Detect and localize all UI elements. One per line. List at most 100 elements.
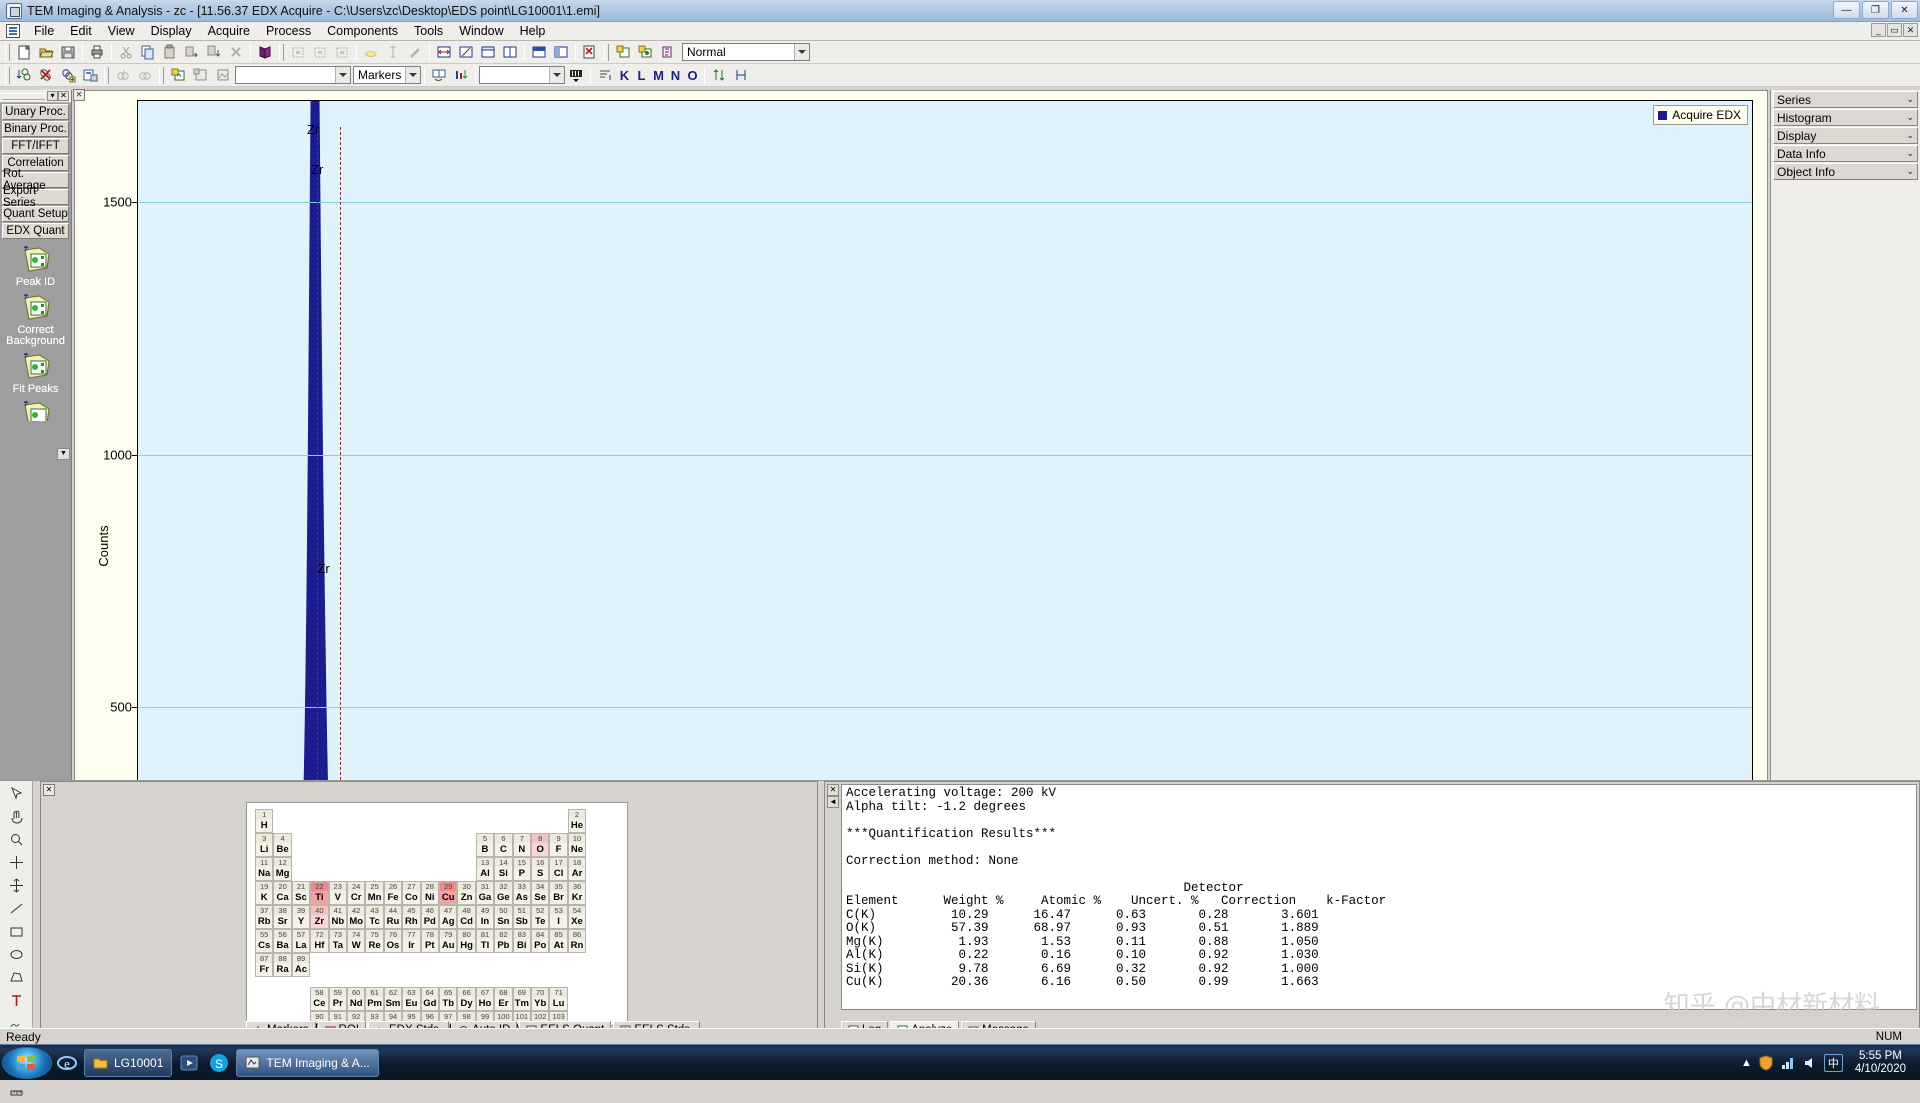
- print-icon[interactable]: [86, 42, 108, 63]
- compare-icon[interactable]: [730, 65, 752, 86]
- paste-down-icon[interactable]: [203, 42, 225, 63]
- add-window-icon[interactable]: [612, 42, 634, 63]
- element-cell-sm[interactable]: 62Sm: [384, 987, 402, 1011]
- analyze-scroll-left-icon[interactable]: ◄: [827, 796, 839, 808]
- panel-object-info[interactable]: Object Info ⌄: [1773, 163, 1918, 180]
- button-unary-proc[interactable]: Unary Proc.: [2, 104, 69, 120]
- element-cell-ga[interactable]: 31Ga: [476, 881, 494, 905]
- toolbar-grip[interactable]: [604, 44, 609, 61]
- element-cell-zn[interactable]: 30Zn: [457, 881, 475, 905]
- chevron-down-icon[interactable]: [549, 67, 564, 83]
- unlink-icon[interactable]: [134, 65, 156, 86]
- menu-item-process[interactable]: Process: [258, 23, 319, 39]
- element-cell-ni[interactable]: 28Ni: [421, 881, 439, 905]
- element-cell-cs[interactable]: 55Cs: [255, 929, 273, 953]
- menu-item-edit[interactable]: Edit: [62, 23, 100, 39]
- element-cell-ce[interactable]: 58Ce: [310, 987, 328, 1011]
- chevron-down-icon[interactable]: ⌄: [1906, 112, 1914, 123]
- toolbar-grip[interactable]: [159, 67, 164, 84]
- element-cell-yb[interactable]: 70Yb: [531, 987, 549, 1011]
- analyze-scrollbar[interactable]: ✕ ◄: [827, 784, 839, 1010]
- menu-item-display[interactable]: Display: [143, 23, 200, 39]
- element-cell-sn[interactable]: 50Sn: [494, 905, 512, 929]
- periodic-table[interactable]: 1H2He3Li4Be5B6C7N8O9F10Ne11Na12Mg13Al14S…: [246, 802, 628, 1026]
- element-cell-na[interactable]: 11Na: [255, 857, 273, 881]
- element-cell-mg[interactable]: 12Mg: [273, 857, 291, 881]
- panel-series[interactable]: Series ⌄: [1773, 91, 1918, 108]
- tool-peak-id[interactable]: Peak ID: [0, 240, 71, 288]
- add-series-icon[interactable]: [57, 65, 79, 86]
- element-cell-at[interactable]: 85At: [549, 929, 567, 953]
- element-cell-sb[interactable]: 51Sb: [513, 905, 531, 929]
- menu-item-acquire[interactable]: Acquire: [200, 23, 258, 39]
- style-combo[interactable]: Normal: [682, 43, 810, 61]
- arrow-up-icon[interactable]: ▲: [1741, 1057, 1752, 1069]
- element-cell-in[interactable]: 49In: [476, 905, 494, 929]
- ie-icon[interactable]: e: [53, 1049, 81, 1077]
- element-cell-w[interactable]: 74W: [347, 929, 365, 953]
- element-cell-ag[interactable]: 47Ag: [439, 905, 457, 929]
- chevron-down-icon[interactable]: [794, 44, 809, 60]
- element-cell-cd[interactable]: 48Cd: [457, 905, 475, 929]
- button-edx-quant[interactable]: EDX Quant: [2, 223, 69, 239]
- column-icon[interactable]: [499, 42, 521, 63]
- button-fft-ifft[interactable]: FFT/IFFT: [2, 138, 69, 154]
- toolbar-grip[interactable]: [5, 67, 10, 84]
- shell-o-button[interactable]: O: [684, 66, 701, 85]
- pipette-icon[interactable]: [382, 42, 404, 63]
- menu-item-view[interactable]: View: [100, 23, 143, 39]
- element-cell-si[interactable]: 14Si: [494, 857, 512, 881]
- element-cell-er[interactable]: 68Er: [494, 987, 512, 1011]
- menu-item-window[interactable]: Window: [451, 23, 511, 39]
- new-marker-icon[interactable]: [167, 65, 189, 86]
- book-icon[interactable]: [254, 42, 276, 63]
- element-cell-sr[interactable]: 38Sr: [273, 905, 291, 929]
- main-toolbar[interactable]: Normal: [0, 41, 1920, 64]
- paste-link-icon[interactable]: [181, 42, 203, 63]
- taskbar-clock[interactable]: 5:55 PM 4/10/2020: [1849, 1050, 1912, 1076]
- marker2-icon[interactable]: [189, 65, 211, 86]
- skype-icon[interactable]: S: [205, 1049, 233, 1077]
- save-icon[interactable]: [57, 42, 79, 63]
- element-cell-ge[interactable]: 32Ge: [494, 881, 512, 905]
- polygon-icon[interactable]: [6, 967, 27, 988]
- copy-icon[interactable]: [137, 42, 159, 63]
- element-cell-tc[interactable]: 43Tc: [365, 905, 383, 929]
- tool-quant[interactable]: [0, 395, 71, 421]
- element-cell-pr[interactable]: 59Pr: [329, 987, 347, 1011]
- ellipse-icon[interactable]: [6, 944, 27, 965]
- cut-icon[interactable]: [115, 42, 137, 63]
- marker-name-combo[interactable]: [235, 66, 351, 84]
- shell-l-button[interactable]: L: [633, 66, 650, 85]
- table-icon[interactable]: [565, 65, 587, 86]
- match-icon[interactable]: [428, 65, 450, 86]
- element-cell-o[interactable]: 8O: [531, 833, 549, 857]
- left-dock-scroll[interactable]: ▼: [57, 448, 70, 460]
- element-cell-mo[interactable]: 42Mo: [347, 905, 365, 929]
- panel-data-info[interactable]: Data Info ⌄: [1773, 145, 1918, 162]
- sort-down-icon[interactable]: [13, 65, 35, 86]
- element-cell-ca[interactable]: 20Ca: [273, 881, 291, 905]
- element-cell-ru[interactable]: 44Ru: [384, 905, 402, 929]
- element-cell-os[interactable]: 76Os: [384, 929, 402, 953]
- dock-dropdown-icon[interactable]: ▾: [47, 91, 58, 101]
- element-cell-k[interactable]: 19K: [255, 881, 273, 905]
- element-cell-pd[interactable]: 46Pd: [421, 905, 439, 929]
- element-cell-be[interactable]: 4Be: [273, 833, 291, 857]
- element-cell-cl[interactable]: 17Cl: [549, 857, 567, 881]
- lamp-icon[interactable]: [360, 42, 382, 63]
- element-cell-co[interactable]: 27Co: [402, 881, 420, 905]
- element-cell-eu[interactable]: 63Eu: [402, 987, 420, 1011]
- media-player-icon[interactable]: [175, 1049, 203, 1077]
- toolbar-grip[interactable]: [104, 67, 109, 84]
- frame2-icon[interactable]: [309, 42, 331, 63]
- element-cell-la[interactable]: 57La: [292, 929, 310, 953]
- element-cell-s[interactable]: 16S: [531, 857, 549, 881]
- element-cell-po[interactable]: 84Po: [531, 929, 549, 953]
- element-cell-tm[interactable]: 69Tm: [513, 987, 531, 1011]
- element-cell-he[interactable]: 2He: [568, 809, 586, 833]
- element-cell-zr[interactable]: 40Zr: [310, 905, 328, 929]
- chevron-down-icon[interactable]: [405, 67, 420, 83]
- element-cell-sc[interactable]: 21Sc: [292, 881, 310, 905]
- line-icon[interactable]: [6, 898, 27, 919]
